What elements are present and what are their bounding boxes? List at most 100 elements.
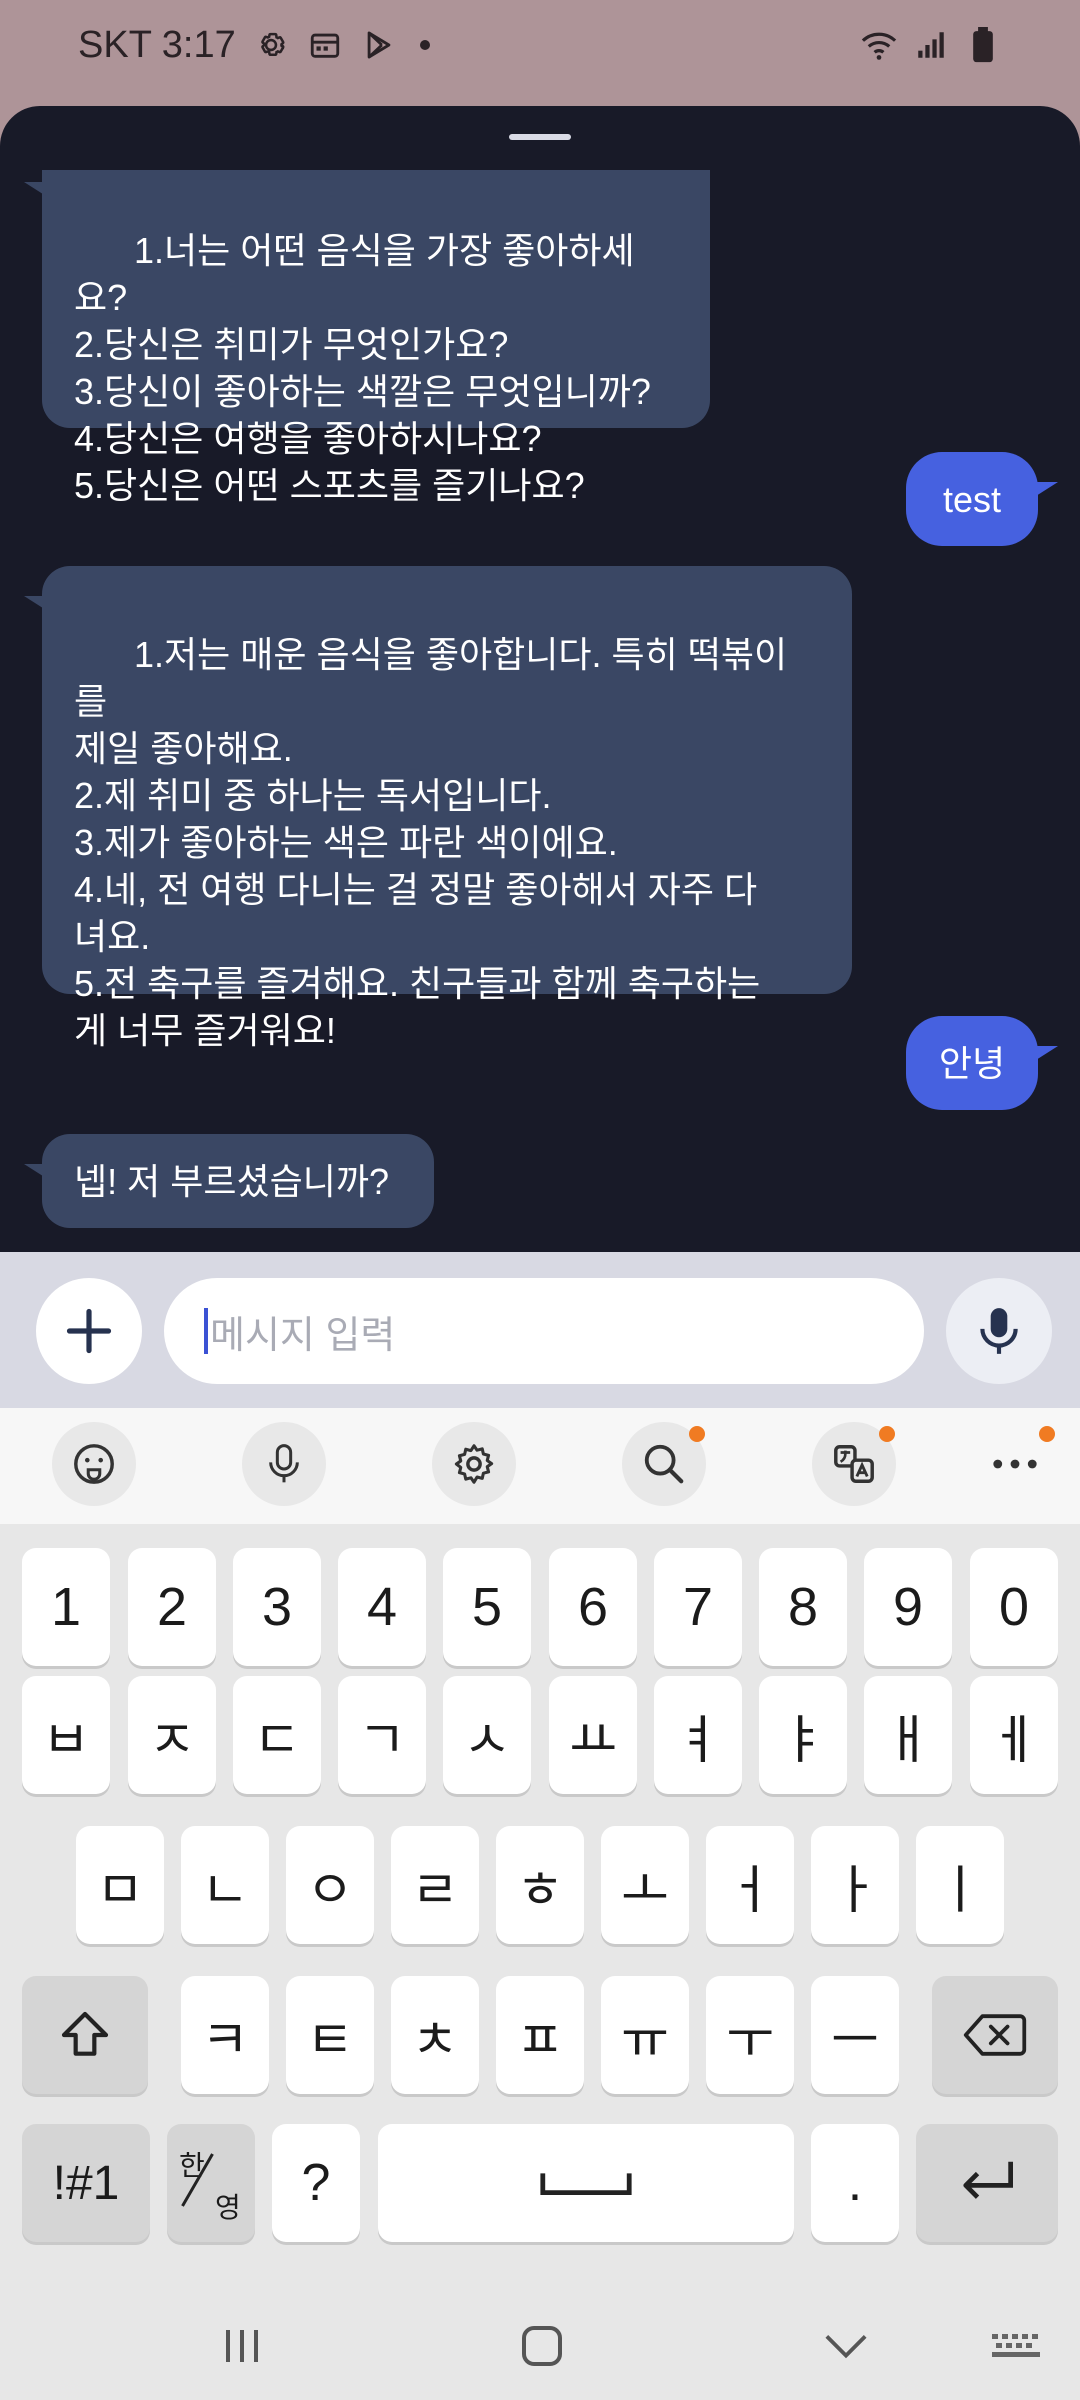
recent-apps-icon: [226, 2330, 258, 2362]
message-text: test: [942, 478, 1002, 520]
key-yu[interactable]: ㅠ: [601, 1976, 689, 2094]
hide-keyboard-button[interactable]: [804, 2312, 888, 2380]
key-9[interactable]: 9: [864, 1548, 952, 1666]
key-5[interactable]: 5: [443, 1548, 531, 1666]
lang-key-bottom: 영: [215, 2191, 241, 2224]
key-tieut[interactable]: ㅌ: [286, 1976, 374, 2094]
key-bieup[interactable]: ㅂ: [22, 1676, 110, 1794]
period-key[interactable]: .: [811, 2124, 899, 2242]
wifi-icon: [860, 26, 898, 64]
key-yeo[interactable]: ㅕ: [654, 1676, 742, 1794]
play-store-notification-icon: [360, 26, 398, 64]
more-badge: [1039, 1426, 1055, 1442]
lang-key-top: 한: [179, 2149, 205, 2182]
space-key[interactable]: [378, 2124, 794, 2242]
more-notifications-dot-icon: [419, 40, 430, 50]
space-icon: [540, 2173, 632, 2195]
key-siot[interactable]: ㅅ: [443, 1676, 531, 1794]
voice-input-icon: [269, 1444, 299, 1483]
calendar-notification-icon: [306, 26, 344, 64]
voice-input-button[interactable]: [242, 1422, 326, 1506]
key-kieuk[interactable]: ㅋ: [181, 1976, 269, 2094]
add-attachment-button[interactable]: [36, 1278, 142, 1384]
user-message: test: [906, 452, 1038, 546]
korean-keyboard: 1 2 3 4 5 6 7 8 9 0 ㅂ ㅈ ㄷ ㄱ ㅅ ㅛ ㅕ ㅑ ㅐ ㅔ …: [0, 1524, 1080, 2292]
voice-message-button[interactable]: [946, 1278, 1052, 1384]
key-0[interactable]: 0: [970, 1548, 1058, 1666]
key-rieul[interactable]: ㄹ: [391, 1826, 479, 1944]
enter-key[interactable]: [916, 2124, 1058, 2242]
key-digeut[interactable]: ㄷ: [233, 1676, 321, 1794]
key-mieum[interactable]: ㅁ: [76, 1826, 164, 1944]
shift-icon: [61, 2011, 109, 2056]
message-text: 1.저는 매운 음식을 좋아합니다. 특히 떡볶이를 제일 좋아해요. 2.제 …: [74, 634, 788, 1051]
message-text: 1.너는 어떤 음식을 가장 좋아하세요? 2.당신은 취미가 무엇인가요? 3…: [74, 230, 651, 506]
system-nav-bar: [0, 2292, 1080, 2400]
message-input[interactable]: 메시지 입력: [164, 1278, 924, 1384]
key-o[interactable]: ㅗ: [601, 1826, 689, 1944]
bubble-tail: [1036, 482, 1058, 496]
recent-apps-button[interactable]: [200, 2312, 284, 2380]
message-text: 안녕: [938, 1042, 1006, 1084]
key-u[interactable]: ㅜ: [706, 1976, 794, 2094]
key-8[interactable]: 8: [759, 1548, 847, 1666]
key-yo[interactable]: ㅛ: [549, 1676, 637, 1794]
chat-sheet: 1.너는 어떤 음식을 가장 좋아하세요? 2.당신은 취미가 무엇인가요? 3…: [0, 106, 1080, 1252]
key-ieung[interactable]: ㅇ: [286, 1826, 374, 1944]
key-e[interactable]: ㅔ: [970, 1676, 1058, 1794]
key-jieut[interactable]: ㅈ: [128, 1676, 216, 1794]
chevron-down-icon: [825, 2335, 867, 2359]
bot-message: 1.저는 매운 음식을 좋아합니다. 특히 떡볶이를 제일 좋아해요. 2.제 …: [42, 566, 852, 1051]
key-1[interactable]: 1: [22, 1548, 110, 1666]
key-3[interactable]: 3: [233, 1548, 321, 1666]
emoji-icon: [74, 1444, 114, 1484]
message-text: 넵! 저 부르셨습니까?: [74, 1160, 389, 1202]
emoji-button[interactable]: [52, 1422, 136, 1506]
drag-handle[interactable]: [509, 134, 571, 140]
backspace-key[interactable]: [932, 1976, 1058, 2094]
translate-icon: [834, 1445, 874, 1483]
text-cursor: [204, 1308, 208, 1354]
carrier-time: SKT 3:17: [78, 23, 236, 66]
shift-key[interactable]: [22, 1976, 148, 2094]
key-2[interactable]: 2: [128, 1548, 216, 1666]
plus-icon: [66, 1308, 112, 1354]
key-hieut[interactable]: ㅎ: [496, 1826, 584, 1944]
keyboard-toolbar: [0, 1408, 1080, 1524]
home-icon: [522, 2326, 562, 2366]
language-switch-glyph: 한 영: [167, 2124, 255, 2242]
bot-message: 1.너는 어떤 음식을 가장 좋아하세요? 2.당신은 취미가 무엇인가요? 3…: [42, 170, 710, 506]
keyboard-switch-button[interactable]: [980, 2312, 1052, 2380]
language-switch-key[interactable]: 한 영: [167, 2124, 255, 2242]
symbols-key[interactable]: !#1: [22, 2124, 150, 2242]
more-icon: [993, 1459, 1037, 1469]
key-eu[interactable]: ㅡ: [811, 1976, 899, 2094]
composer-bar: 메시지 입력: [0, 1252, 1080, 1408]
bot-message: 넵! 저 부르셨습니까?: [42, 1134, 434, 1228]
bubble-tail: [24, 596, 46, 610]
key-nieun[interactable]: ㄴ: [181, 1826, 269, 1944]
key-4[interactable]: 4: [338, 1548, 426, 1666]
key-pieup[interactable]: ㅍ: [496, 1976, 584, 2094]
bubble-tail: [24, 182, 46, 196]
backspace-icon: [963, 2014, 1027, 2056]
message-input-placeholder: 메시지 입력: [210, 1314, 396, 1357]
question-key[interactable]: ?: [272, 2124, 360, 2242]
key-a[interactable]: ㅏ: [811, 1826, 899, 1944]
key-ya[interactable]: ㅑ: [759, 1676, 847, 1794]
home-button[interactable]: [500, 2312, 584, 2380]
key-i[interactable]: ㅣ: [916, 1826, 1004, 1944]
bubble-tail: [1036, 1046, 1058, 1060]
chat-thread[interactable]: 1.너는 어떤 음식을 가장 좋아하세요? 2.당신은 취미가 무엇인가요? 3…: [0, 170, 1080, 1252]
key-7[interactable]: 7: [654, 1548, 742, 1666]
settings-icon: [454, 1444, 494, 1484]
key-giyeok[interactable]: ㄱ: [338, 1676, 426, 1794]
keyboard-settings-button[interactable]: [432, 1422, 516, 1506]
key-ae[interactable]: ㅐ: [864, 1676, 952, 1794]
key-eo[interactable]: ㅓ: [706, 1826, 794, 1944]
user-message: 안녕: [906, 1016, 1038, 1110]
key-chieut[interactable]: ㅊ: [391, 1976, 479, 2094]
bubble-tail: [24, 1164, 46, 1178]
key-6[interactable]: 6: [549, 1548, 637, 1666]
translate-badge: [879, 1426, 895, 1442]
